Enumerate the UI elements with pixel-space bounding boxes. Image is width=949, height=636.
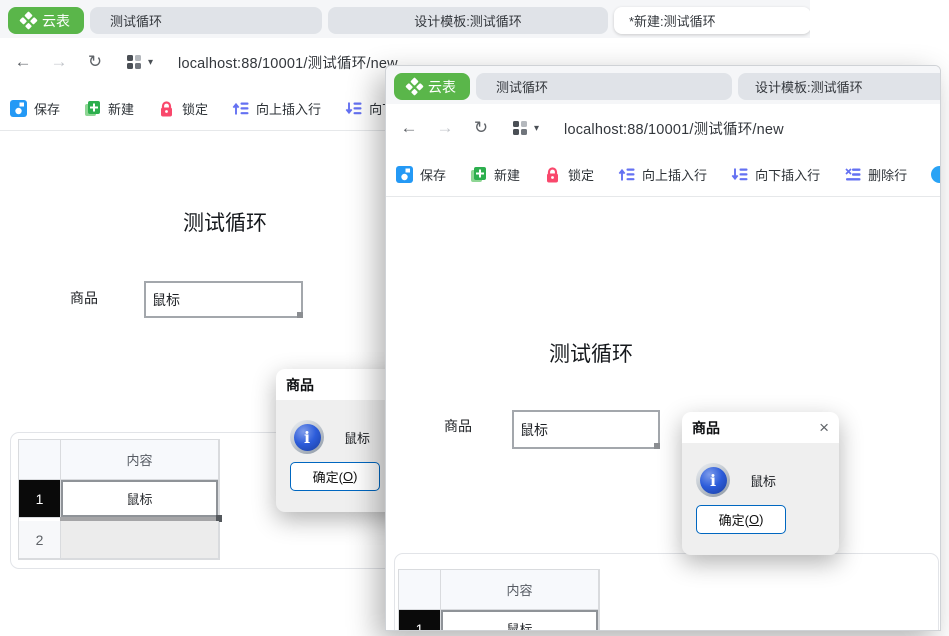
row-number-cell[interactable]: 2 (19, 521, 61, 559)
info-icon: i (290, 420, 324, 454)
insert-row-above-icon (232, 102, 249, 114)
tab-yunbiao-home[interactable]: 云表 (8, 7, 84, 34)
product-field-wrap (512, 410, 660, 449)
insert-row-below-icon (345, 102, 362, 114)
insert-row-above-button[interactable]: 向上插入行 (232, 99, 321, 118)
grid-row: 2 (19, 521, 219, 559)
brand-label: 云表 (428, 78, 456, 95)
grid-row: 1 鼠标 (19, 480, 222, 522)
tab-test-loop[interactable]: 测试循环 (476, 73, 732, 100)
insert-row-below-icon (731, 168, 748, 180)
lock-button[interactable]: 锁定 (544, 165, 594, 184)
tab-yunbiao-home[interactable]: 云表 (394, 73, 470, 100)
save-button[interactable]: 保存 (396, 165, 446, 184)
grid-cell-selected[interactable]: 鼠标 (441, 610, 599, 630)
row-number-cell[interactable]: 1 (19, 480, 61, 518)
data-grid: 内容 1 鼠标 2 鼠标 (398, 569, 600, 630)
grid-row: 1 鼠标 (399, 610, 599, 630)
grid-column-header[interactable]: 内容 (61, 440, 219, 480)
sheet-title: 测试循环 (183, 212, 267, 235)
sheet-title: 测试循环 (549, 343, 633, 366)
tab-design-template[interactable]: 设计模板:测试循环 (738, 73, 940, 100)
caret-down-icon: ▾ (534, 122, 540, 134)
new-button[interactable]: 新建 (84, 99, 134, 118)
message-dialog: 商品 × i 鼠标 确定(O) (682, 412, 839, 555)
app-toolbar: 保存 新建 锁定 向上插入行 向下插入行 删除行 (386, 152, 940, 197)
nav-reload-icon[interactable]: ↻ (85, 52, 105, 72)
nav-back-icon[interactable]: ← (13, 52, 33, 72)
yunbiao-logo-icon (405, 77, 424, 96)
insert-row-below-button[interactable]: 向下插入行 (731, 165, 820, 184)
info-icon: i (696, 463, 730, 497)
dialog-title: 商品 (286, 376, 314, 393)
delete-row-icon (845, 167, 861, 180)
tab-new-test-loop-active[interactable]: *新建:测试循环 (614, 7, 810, 34)
address-bar: ← → ↻ ▾ localhost:88/10001/测试循环/new (386, 104, 940, 152)
tab-test-loop[interactable]: 测试循环 (90, 7, 322, 34)
row-number-cell[interactable]: 1 (399, 610, 441, 630)
apps-grid-icon (513, 121, 527, 135)
url-text[interactable]: localhost:88/10001/测试循环/new (178, 52, 398, 73)
nav-reload-icon[interactable]: ↻ (471, 118, 491, 138)
grid-corner-cell[interactable] (399, 570, 441, 610)
grid-corner-cell[interactable] (19, 440, 61, 480)
apps-menu-button[interactable]: ▾ (513, 121, 539, 135)
apps-grid-icon (127, 55, 141, 69)
new-button[interactable]: 新建 (470, 165, 520, 184)
product-input[interactable] (146, 283, 301, 316)
nav-forward-icon[interactable]: → (49, 52, 69, 72)
url-text[interactable]: localhost:88/10001/测试循环/new (564, 118, 784, 139)
form-content: 测试循环 商品 内容 1 鼠标 (386, 259, 940, 630)
tab-strip: 云表 测试循环 设计模板:测试循环 *新建:测试循环 (0, 0, 810, 38)
nav-forward-icon[interactable]: → (435, 118, 455, 138)
dialog-message: 鼠标 (344, 431, 371, 446)
caret-down-icon: ▾ (148, 56, 154, 68)
insert-row-above-icon (618, 168, 635, 180)
save-icon (10, 99, 27, 117)
save-button[interactable]: 保存 (10, 99, 60, 118)
product-label: 商品 (444, 418, 472, 434)
product-input[interactable] (514, 412, 658, 447)
nav-back-icon[interactable]: ← (399, 118, 419, 138)
save-icon (396, 165, 413, 183)
product-label: 商品 (70, 290, 98, 306)
insert-row-above-button[interactable]: 向上插入行 (618, 165, 707, 184)
grid-cell-selected[interactable]: 鼠标 (60, 480, 222, 522)
ok-button[interactable]: 确定(O) (696, 505, 786, 534)
toolbar-extra-icon[interactable] (931, 165, 940, 183)
close-icon[interactable]: × (819, 419, 829, 436)
lock-icon (161, 100, 173, 116)
new-icon (85, 100, 101, 116)
tab-design-template[interactable]: 设计模板:测试循环 (328, 7, 608, 34)
new-icon (471, 166, 487, 182)
ok-button[interactable]: 确定(O) (290, 462, 380, 491)
lock-icon (547, 166, 559, 182)
field-resize-handle[interactable] (654, 443, 660, 449)
grid-column-header[interactable]: 内容 (441, 570, 599, 610)
data-grid: 内容 1 鼠标 2 (18, 439, 222, 560)
desktop: 云表 测试循环 设计模板:测试循环 *新建:测试循环 ← → ↻ ▾ local… (0, 0, 949, 636)
brand-label: 云表 (42, 12, 70, 29)
yunbiao-logo-icon (19, 11, 38, 30)
grid-cell[interactable] (61, 521, 219, 559)
dialog-title: 商品 (692, 419, 720, 436)
lock-button[interactable]: 锁定 (158, 99, 208, 118)
tab-strip: 云表 测试循环 设计模板:测试循环 (386, 66, 940, 104)
front-browser-window: 云表 测试循环 设计模板:测试循环 ← → ↻ ▾ localhost:88/1… (385, 65, 941, 631)
field-resize-handle[interactable] (297, 312, 303, 318)
product-field-wrap (144, 281, 303, 318)
delete-row-button[interactable]: 删除行 (844, 165, 907, 184)
dialog-message: 鼠标 (750, 474, 777, 489)
apps-menu-button[interactable]: ▾ (127, 55, 153, 69)
